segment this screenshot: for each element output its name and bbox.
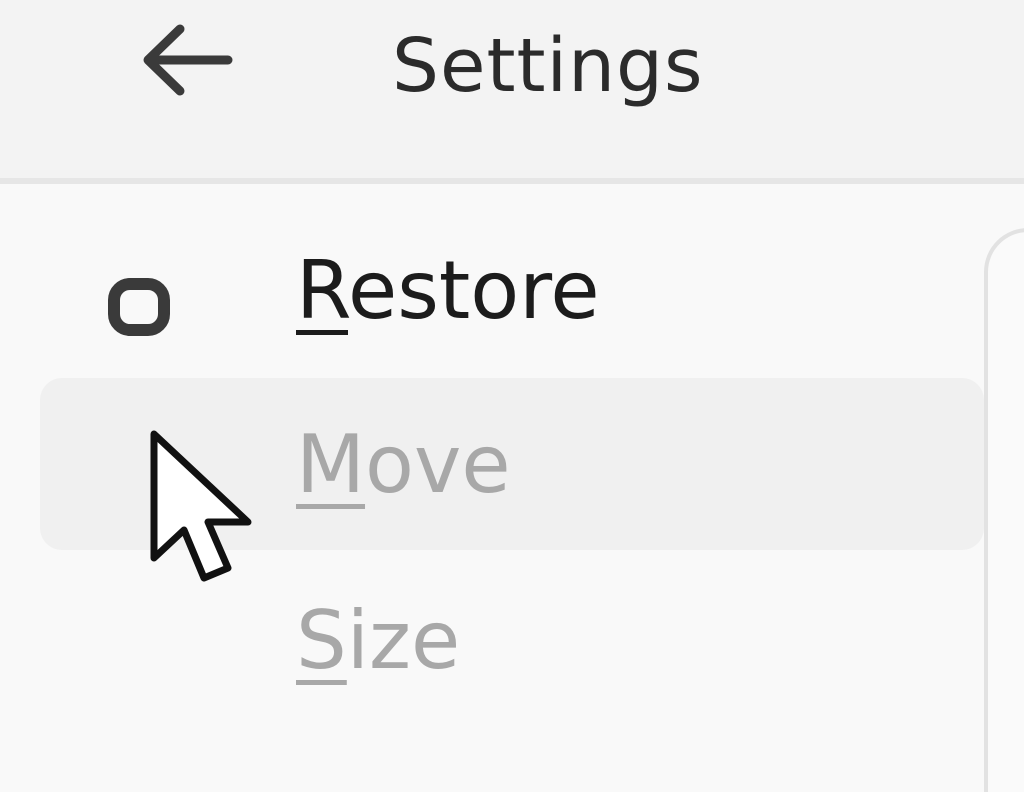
window-title: Settings <box>392 23 704 109</box>
move-label-rest: ove <box>365 418 511 511</box>
menu-item-move-label: Move <box>296 422 511 508</box>
menu-item-restore[interactable]: Restore <box>40 204 984 376</box>
system-menu: Restore Move Size <box>0 184 1024 768</box>
restore-label-rest: estore <box>348 244 600 337</box>
background-window-edge <box>984 228 1024 792</box>
back-arrow-icon <box>143 24 233 96</box>
menu-item-move[interactable]: Move <box>40 378 984 550</box>
restore-icon <box>108 278 170 336</box>
size-access-key: S <box>296 594 347 687</box>
menu-item-size[interactable]: Size <box>40 554 984 726</box>
title-bar: Settings <box>0 0 1024 178</box>
menu-item-size-label: Size <box>296 598 460 684</box>
size-label-rest: ize <box>346 594 461 687</box>
move-access-key: M <box>296 418 366 511</box>
back-button[interactable] <box>120 10 250 110</box>
menu-item-restore-label: Restore <box>296 248 600 334</box>
restore-access-key: R <box>296 244 348 337</box>
